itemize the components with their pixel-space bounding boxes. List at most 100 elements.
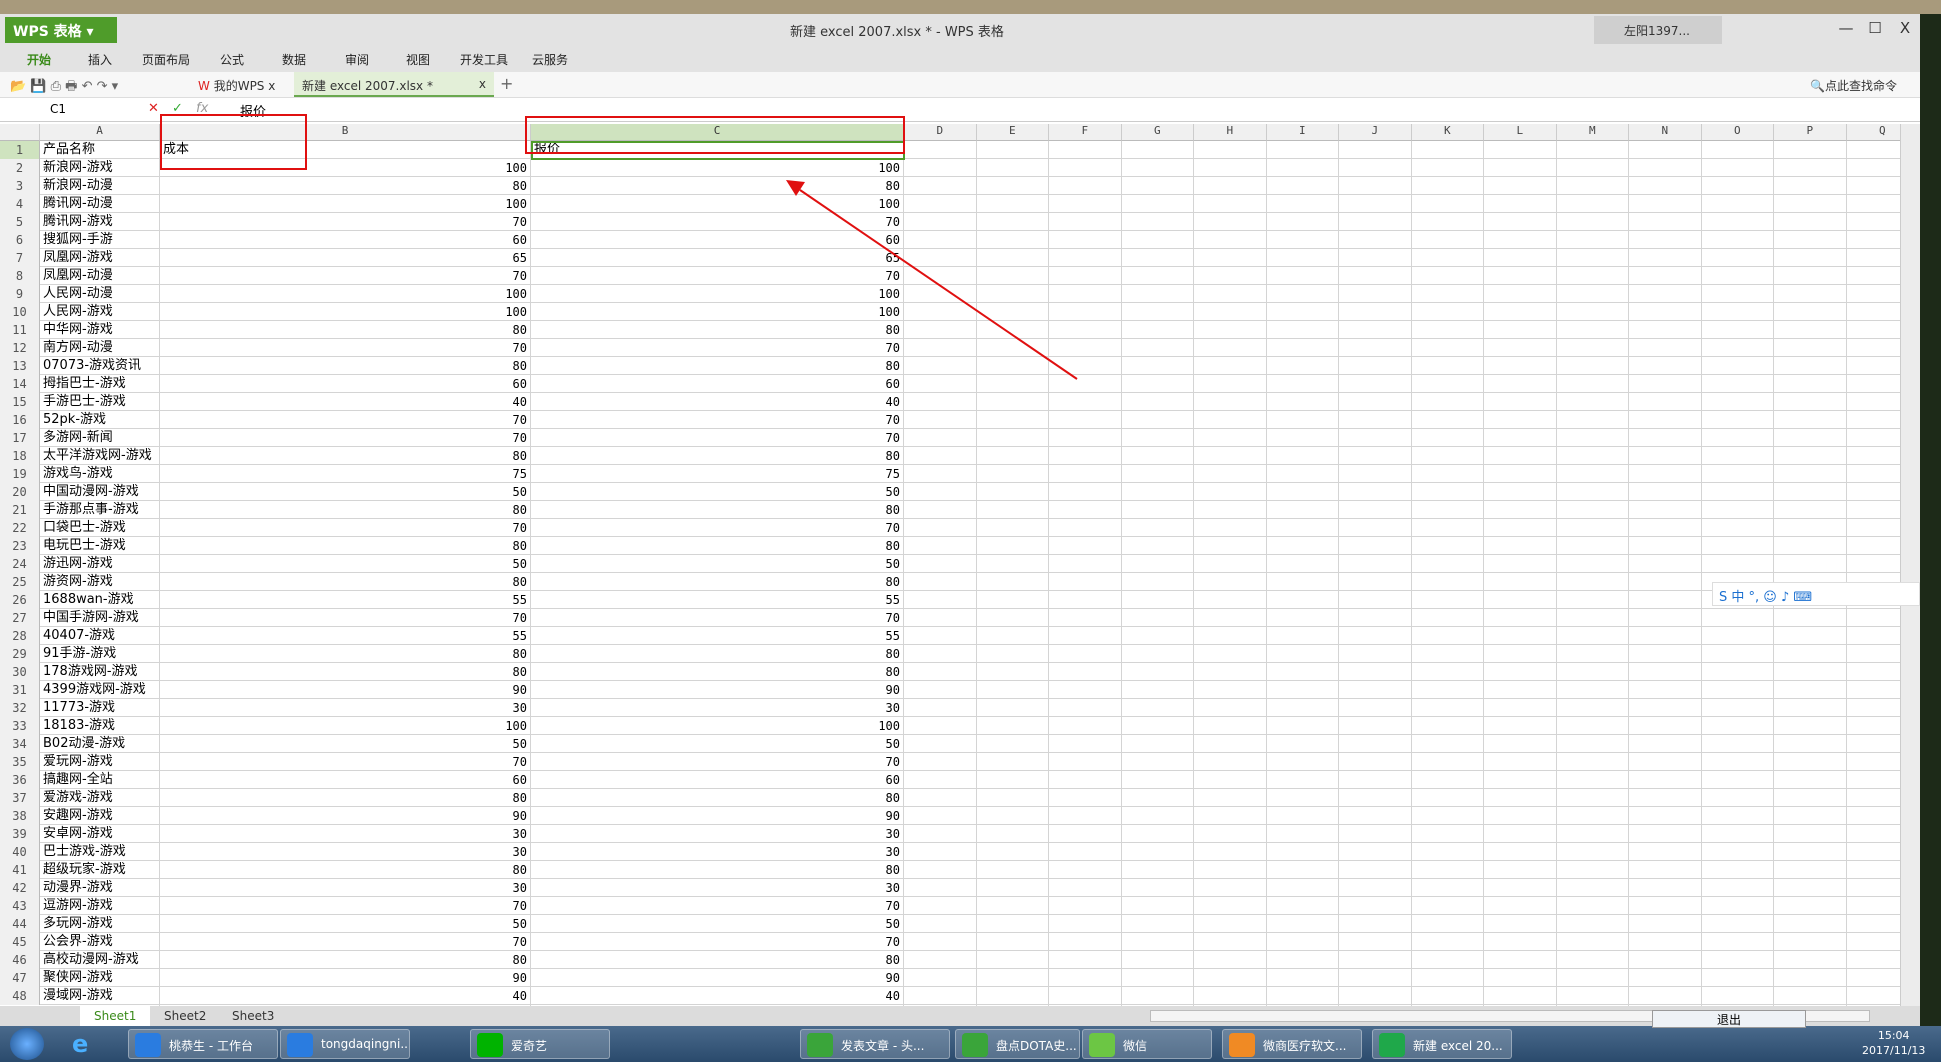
cell-cost[interactable]: 60 bbox=[160, 375, 531, 393]
cell-cost[interactable]: 40 bbox=[160, 987, 531, 1005]
maximize-button[interactable]: ☐ bbox=[1864, 19, 1886, 37]
row-header[interactable]: 34 bbox=[0, 735, 40, 753]
row-header[interactable]: 18 bbox=[0, 447, 40, 465]
column-header-e[interactable]: E bbox=[976, 124, 1049, 141]
row-header[interactable]: 7 bbox=[0, 249, 40, 267]
cell-product-name[interactable]: 07073-游戏资讯 bbox=[40, 357, 160, 375]
row-header[interactable]: 1 bbox=[0, 141, 40, 159]
row-header[interactable]: 5 bbox=[0, 213, 40, 231]
row-header[interactable]: 41 bbox=[0, 861, 40, 879]
cell-quote[interactable]: 70 bbox=[531, 429, 904, 447]
cell-product-name[interactable]: 新浪网-动漫 bbox=[40, 177, 160, 195]
cell-cost[interactable]: 60 bbox=[160, 231, 531, 249]
cell-cost[interactable]: 30 bbox=[160, 843, 531, 861]
cell-cost[interactable]: 100 bbox=[160, 303, 531, 321]
cell-quote[interactable]: 70 bbox=[531, 897, 904, 915]
cell-cost[interactable]: 70 bbox=[160, 609, 531, 627]
row-header[interactable]: 33 bbox=[0, 717, 40, 735]
cell-cost[interactable]: 80 bbox=[160, 321, 531, 339]
cell-quote[interactable]: 60 bbox=[531, 771, 904, 789]
row-header[interactable]: 25 bbox=[0, 573, 40, 591]
ime-toolbar[interactable]: S 中 °, ☺ ♪ ⌨ bbox=[1712, 582, 1920, 606]
cell-a1[interactable]: 产品名称 bbox=[40, 141, 160, 159]
cell-quote[interactable]: 80 bbox=[531, 663, 904, 681]
taskbar-item[interactable]: 发表文章 - 头... bbox=[800, 1029, 950, 1059]
cell-cost[interactable]: 100 bbox=[160, 285, 531, 303]
minimize-button[interactable]: — bbox=[1835, 19, 1857, 37]
cell-product-name[interactable]: 中国动漫网-游戏 bbox=[40, 483, 160, 501]
row-header[interactable]: 37 bbox=[0, 789, 40, 807]
column-header-j[interactable]: J bbox=[1339, 124, 1412, 141]
cell-product-name[interactable]: 91手游-游戏 bbox=[40, 645, 160, 663]
column-header-l[interactable]: L bbox=[1484, 124, 1557, 141]
cell-quote[interactable]: 70 bbox=[531, 933, 904, 951]
cell-quote[interactable]: 100 bbox=[531, 159, 904, 177]
cell-quote[interactable]: 80 bbox=[531, 951, 904, 969]
cell-cost[interactable]: 80 bbox=[160, 951, 531, 969]
column-header-d[interactable]: D bbox=[904, 124, 977, 141]
cell-cost[interactable]: 70 bbox=[160, 411, 531, 429]
cell-cost[interactable]: 65 bbox=[160, 249, 531, 267]
tab-document[interactable]: 新建 excel 2007.xlsx * x bbox=[294, 72, 494, 97]
tab-close-icon[interactable]: x bbox=[479, 77, 486, 91]
cell-quote[interactable]: 80 bbox=[531, 861, 904, 879]
cell-quote[interactable]: 100 bbox=[531, 285, 904, 303]
cell-cost[interactable]: 80 bbox=[160, 501, 531, 519]
cell-cost[interactable]: 90 bbox=[160, 969, 531, 987]
menu-page-layout[interactable]: 页面布局 bbox=[142, 51, 190, 68]
taskbar-item[interactable]: 爱奇艺 bbox=[470, 1029, 610, 1059]
cell-product-name[interactable]: 公会界-游戏 bbox=[40, 933, 160, 951]
cell-product-name[interactable]: 安卓网-游戏 bbox=[40, 825, 160, 843]
row-header[interactable]: 36 bbox=[0, 771, 40, 789]
row-header[interactable]: 45 bbox=[0, 933, 40, 951]
close-button[interactable]: X bbox=[1894, 19, 1916, 37]
column-header-k[interactable]: K bbox=[1411, 124, 1484, 141]
row-header[interactable]: 31 bbox=[0, 681, 40, 699]
cell-quote[interactable]: 60 bbox=[531, 231, 904, 249]
row-header[interactable]: 10 bbox=[0, 303, 40, 321]
cell-quote[interactable]: 70 bbox=[531, 753, 904, 771]
cell-quote[interactable]: 70 bbox=[531, 519, 904, 537]
taskbar-item[interactable]: 盘点DOTA史... bbox=[955, 1029, 1080, 1059]
cell-product-name[interactable]: 中国手游网-游戏 bbox=[40, 609, 160, 627]
cell-cost[interactable]: 80 bbox=[160, 663, 531, 681]
taskbar-item[interactable]: tongdaqingni... bbox=[280, 1029, 410, 1059]
column-header-m[interactable]: M bbox=[1556, 124, 1629, 141]
cell-product-name[interactable]: 漫域网-游戏 bbox=[40, 987, 160, 1005]
cell-cost[interactable]: 30 bbox=[160, 879, 531, 897]
cell-product-name[interactable]: 1688wan-游戏 bbox=[40, 591, 160, 609]
cell-quote[interactable]: 55 bbox=[531, 627, 904, 645]
column-header-q[interactable]: Q bbox=[1846, 124, 1900, 141]
row-header[interactable]: 24 bbox=[0, 555, 40, 573]
row-header[interactable]: 39 bbox=[0, 825, 40, 843]
cell-product-name[interactable]: 人民网-游戏 bbox=[40, 303, 160, 321]
cell-product-name[interactable]: 中华网-游戏 bbox=[40, 321, 160, 339]
clock[interactable]: 15:04 2017/11/13 bbox=[1862, 1028, 1925, 1058]
cell-cost[interactable]: 80 bbox=[160, 447, 531, 465]
cell-quote[interactable]: 100 bbox=[531, 195, 904, 213]
row-header[interactable]: 47 bbox=[0, 969, 40, 987]
cell-product-name[interactable]: 巴士游戏-游戏 bbox=[40, 843, 160, 861]
column-header-o[interactable]: O bbox=[1701, 124, 1774, 141]
command-search[interactable]: 🔍点此查找命令 bbox=[1810, 77, 1897, 94]
user-account[interactable]: 左阳1397... bbox=[1594, 16, 1722, 44]
cell-quote[interactable]: 30 bbox=[531, 825, 904, 843]
cell-cost[interactable]: 70 bbox=[160, 429, 531, 447]
cell-product-name[interactable]: 南方网-动漫 bbox=[40, 339, 160, 357]
cell-quote[interactable]: 50 bbox=[531, 555, 904, 573]
menu-view[interactable]: 视图 bbox=[406, 51, 430, 68]
cell-cost[interactable]: 30 bbox=[160, 699, 531, 717]
cell-product-name[interactable]: 动漫界-游戏 bbox=[40, 879, 160, 897]
cell-cost[interactable]: 70 bbox=[160, 933, 531, 951]
cell-cost[interactable]: 70 bbox=[160, 519, 531, 537]
cell-quote[interactable]: 100 bbox=[531, 303, 904, 321]
cell-product-name[interactable]: 搞趣网-全站 bbox=[40, 771, 160, 789]
row-header[interactable]: 12 bbox=[0, 339, 40, 357]
cell-cost[interactable]: 80 bbox=[160, 177, 531, 195]
sheet-tab-3[interactable]: Sheet3 bbox=[218, 1006, 288, 1026]
row-header[interactable]: 14 bbox=[0, 375, 40, 393]
cell-product-name[interactable]: 口袋巴士-游戏 bbox=[40, 519, 160, 537]
cell-product-name[interactable]: 52pk-游戏 bbox=[40, 411, 160, 429]
taskbar-item[interactable]: 新建 excel 20... bbox=[1372, 1029, 1512, 1059]
cell-quote[interactable]: 80 bbox=[531, 537, 904, 555]
